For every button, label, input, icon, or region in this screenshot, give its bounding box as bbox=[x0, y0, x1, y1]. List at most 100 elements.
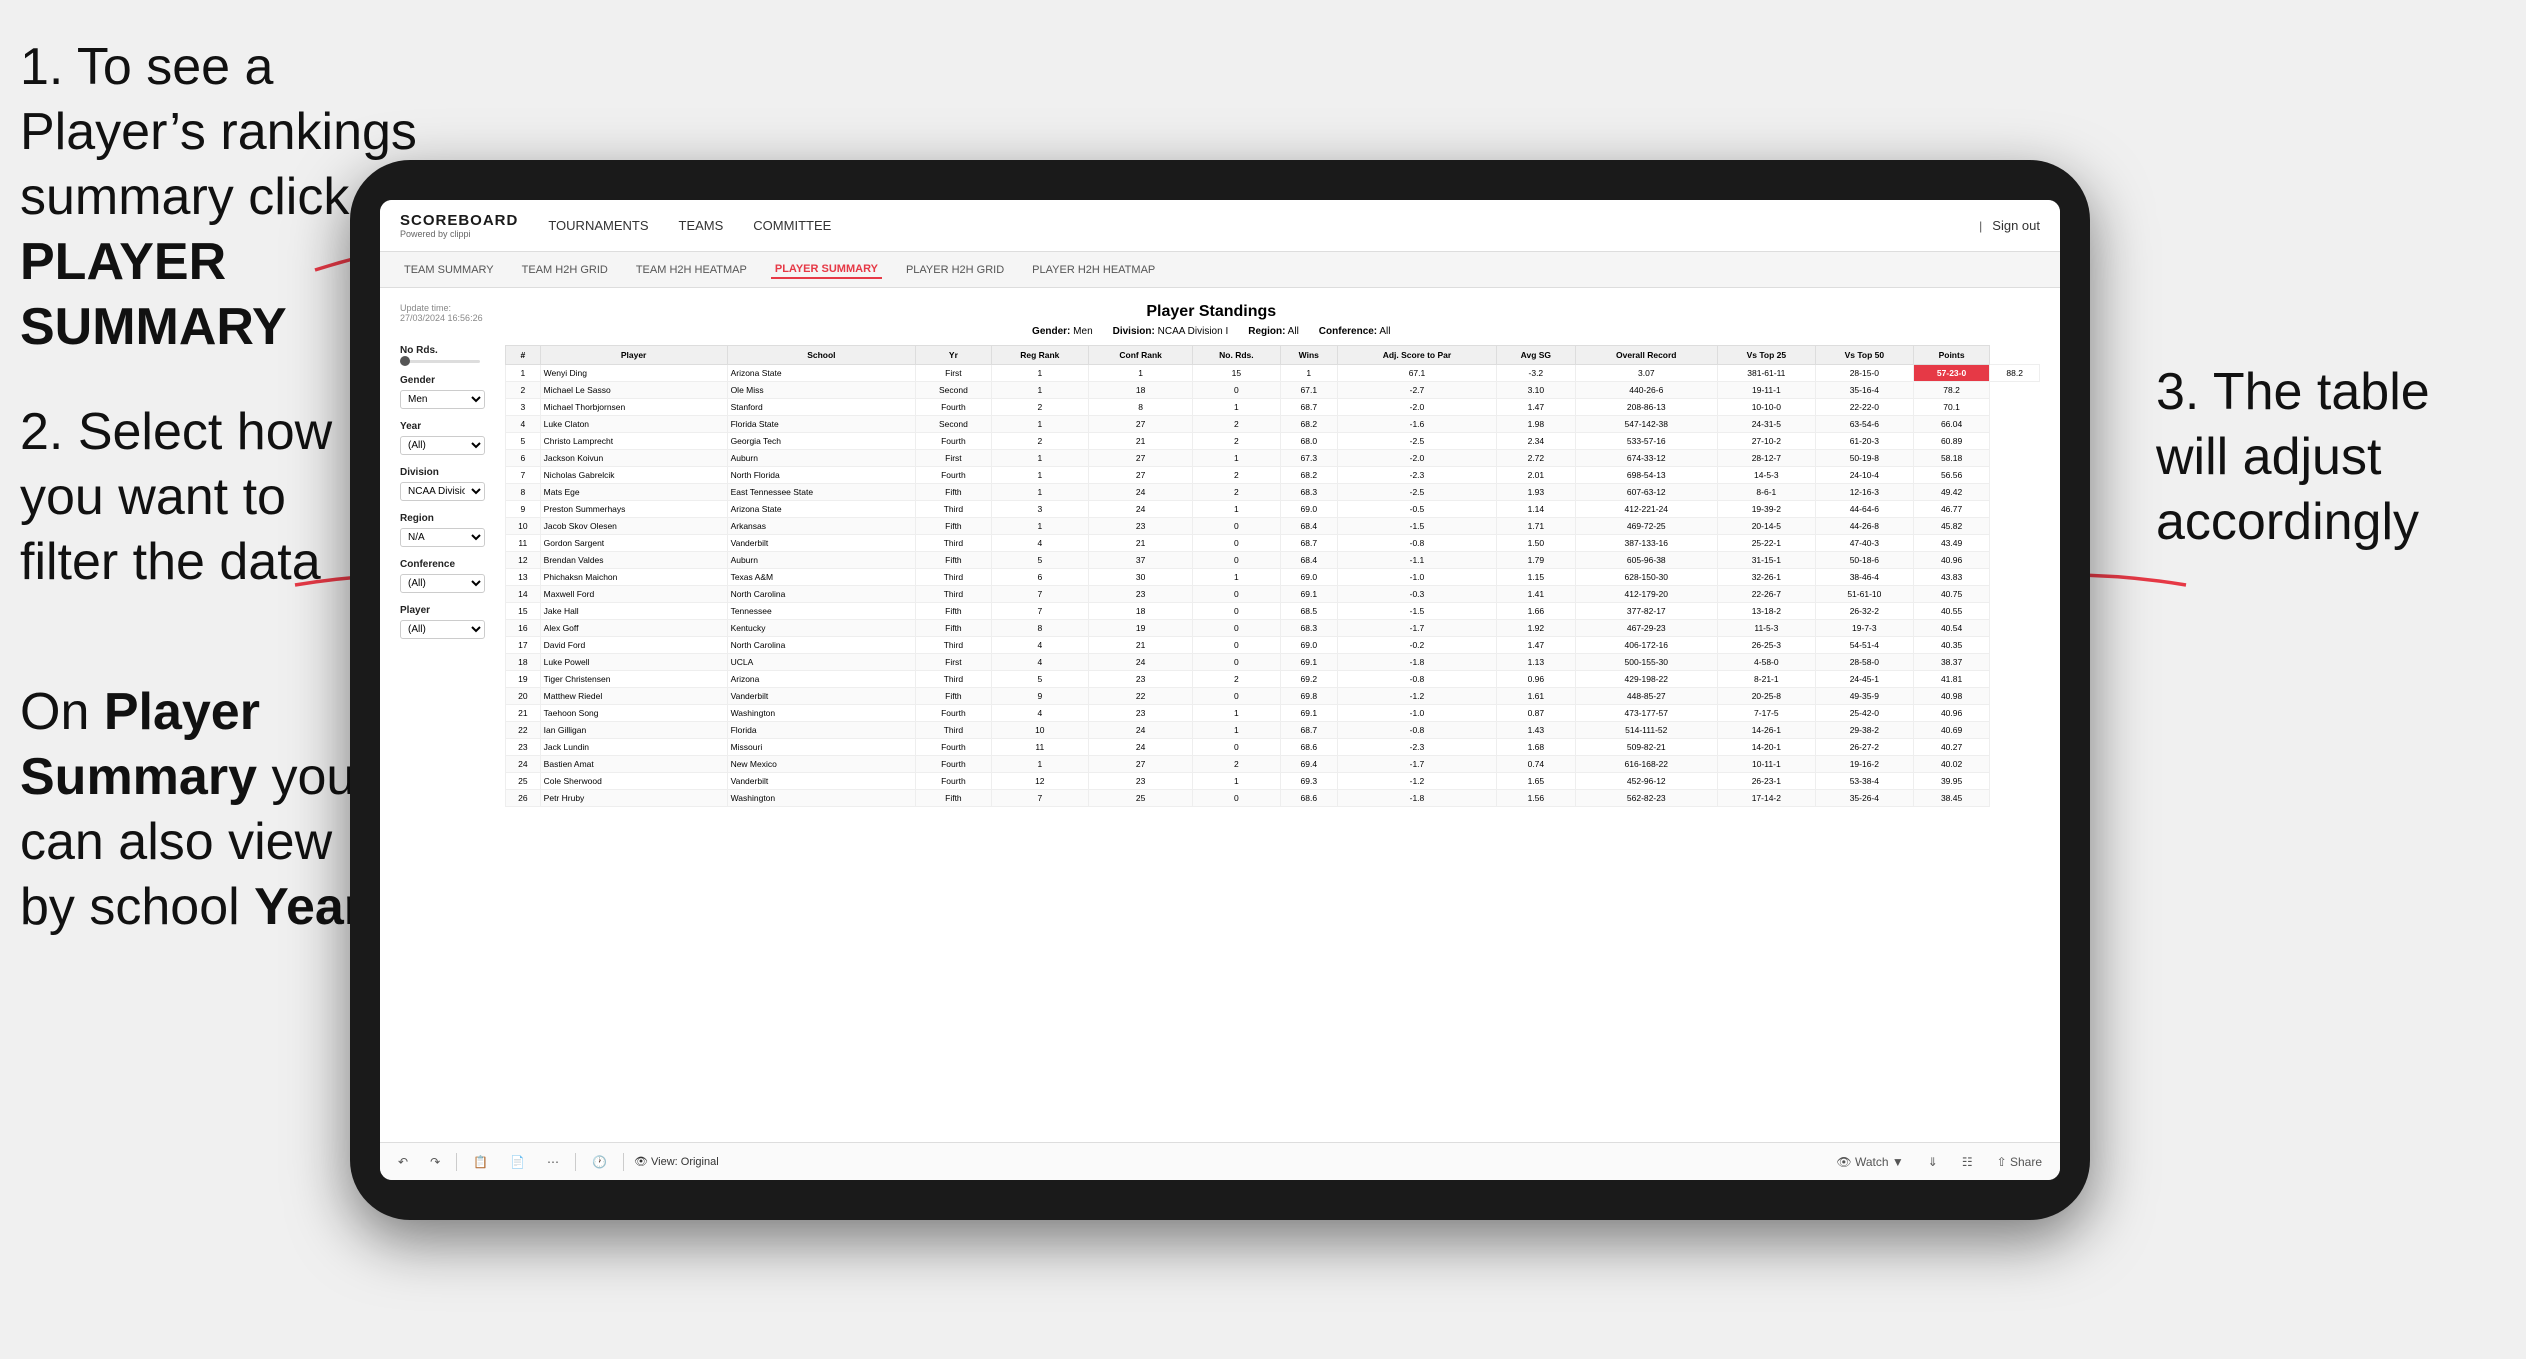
year-select[interactable]: (All) bbox=[400, 436, 485, 455]
table-row[interactable]: 5Christo LamprechtGeorgia TechFourth2212… bbox=[506, 433, 2040, 450]
subnav-team-h2h-grid[interactable]: TEAM H2H GRID bbox=[518, 262, 612, 278]
subnav-team-summary[interactable]: TEAM SUMMARY bbox=[400, 262, 498, 278]
table-cell: 69.1 bbox=[1280, 586, 1337, 603]
table-cell: 0 bbox=[1193, 790, 1280, 807]
share-btn[interactable]: ⇧ Share bbox=[1991, 1152, 2048, 1172]
table-row[interactable]: 11Gordon SargentVanderbiltThird421068.7-… bbox=[506, 535, 2040, 552]
table-row[interactable]: 3Michael ThorbjornsenStanfordFourth28168… bbox=[506, 399, 2040, 416]
table-cell: 24 bbox=[1088, 722, 1192, 739]
table-cell: 68.3 bbox=[1280, 620, 1337, 637]
table-row[interactable]: 17David FordNorth CarolinaThird421069.0-… bbox=[506, 637, 2040, 654]
table-row[interactable]: 2Michael Le SassoOle MissSecond118067.1-… bbox=[506, 382, 2040, 399]
table-row[interactable]: 21Taehoon SongWashingtonFourth423169.1-1… bbox=[506, 705, 2040, 722]
table-row[interactable]: 26Petr HrubyWashingtonFifth725068.6-1.81… bbox=[506, 790, 2040, 807]
table-row[interactable]: 13Phichaksn MaichonTexas A&MThird630169.… bbox=[506, 569, 2040, 586]
table-row[interactable]: 8Mats EgeEast Tennessee StateFifth124268… bbox=[506, 484, 2040, 501]
table-cell: 1 bbox=[1193, 450, 1280, 467]
table-cell: 66.04 bbox=[1913, 416, 1989, 433]
download-btn[interactable]: ⇓ bbox=[1922, 1152, 1944, 1172]
instruction-step3: 3. The table will adjust accordingly bbox=[2156, 360, 2496, 555]
table-cell: North Florida bbox=[727, 467, 916, 484]
division-select[interactable]: NCAA Division I bbox=[400, 482, 485, 501]
table-cell: 10 bbox=[506, 518, 541, 535]
table-cell: Second bbox=[916, 382, 991, 399]
table-cell: 4-58-0 bbox=[1717, 654, 1815, 671]
table-cell: -1.5 bbox=[1337, 603, 1496, 620]
clock-btn[interactable]: 🕐 bbox=[586, 1152, 613, 1172]
copy-btn[interactable]: 📋 bbox=[467, 1152, 494, 1172]
table-cell: 514-111-52 bbox=[1575, 722, 1717, 739]
table-row[interactable]: 6Jackson KoivunAuburnFirst127167.3-2.02.… bbox=[506, 450, 2040, 467]
table-cell: -1.6 bbox=[1337, 416, 1496, 433]
table-row[interactable]: 9Preston SummerhaysArizona StateThird324… bbox=[506, 501, 2040, 518]
table-cell: 53-38-4 bbox=[1815, 773, 1913, 790]
watch-btn[interactable]: 👁 Watch ▼ bbox=[1830, 1152, 1909, 1172]
table-cell: David Ford bbox=[540, 637, 727, 654]
table-cell: -1.7 bbox=[1337, 756, 1496, 773]
table-cell: 26 bbox=[506, 790, 541, 807]
sign-out-link[interactable]: Sign out bbox=[1992, 214, 2040, 237]
standings-table-area: # Player School Yr Reg Rank Conf Rank No… bbox=[505, 345, 2040, 807]
table-cell: 40.96 bbox=[1913, 552, 1989, 569]
table-row[interactable]: 14Maxwell FordNorth CarolinaThird723069.… bbox=[506, 586, 2040, 603]
table-cell: 1 bbox=[1193, 773, 1280, 790]
col-reg-rank: Reg Rank bbox=[991, 346, 1088, 365]
table-cell: 500-155-30 bbox=[1575, 654, 1717, 671]
table-row[interactable]: 4Luke ClatonFlorida StateSecond127268.2-… bbox=[506, 416, 2040, 433]
table-row[interactable]: 7Nicholas GabrelcikNorth FloridaFourth12… bbox=[506, 467, 2040, 484]
table-cell: -1.2 bbox=[1337, 688, 1496, 705]
table-cell: 1.43 bbox=[1496, 722, 1575, 739]
table-cell: 24-31-5 bbox=[1717, 416, 1815, 433]
table-row[interactable]: 19Tiger ChristensenArizonaThird523269.2-… bbox=[506, 671, 2040, 688]
undo-btn[interactable]: ↶ bbox=[392, 1152, 414, 1172]
redo-btn[interactable]: ↷ bbox=[424, 1152, 446, 1172]
table-cell: 0.96 bbox=[1496, 671, 1575, 688]
table-cell: 387-133-16 bbox=[1575, 535, 1717, 552]
table-row[interactable]: 10Jacob Skov OlesenArkansasFifth123068.4… bbox=[506, 518, 2040, 535]
subnav-team-h2h-heatmap[interactable]: TEAM H2H HEATMAP bbox=[632, 262, 751, 278]
conference-select[interactable]: (All) bbox=[400, 574, 485, 593]
table-cell: Christo Lamprecht bbox=[540, 433, 727, 450]
table-cell: 440-26-6 bbox=[1575, 382, 1717, 399]
table-row[interactable]: 20Matthew RiedelVanderbiltFifth922069.8-… bbox=[506, 688, 2040, 705]
table-row[interactable]: 24Bastien AmatNew MexicoFourth127269.4-1… bbox=[506, 756, 2040, 773]
table-cell: 1.47 bbox=[1496, 637, 1575, 654]
table-cell: 68.2 bbox=[1280, 467, 1337, 484]
table-row[interactable]: 18Luke PowellUCLAFirst424069.1-1.81.1350… bbox=[506, 654, 2040, 671]
table-row[interactable]: 23Jack LundinMissouriFourth1124068.6-2.3… bbox=[506, 739, 2040, 756]
instruction-bottom-bold2: Year bbox=[254, 878, 364, 936]
subnav-player-h2h-heatmap[interactable]: PLAYER H2H HEATMAP bbox=[1028, 262, 1159, 278]
table-cell: 61-20-3 bbox=[1815, 433, 1913, 450]
table-cell: 18 bbox=[1088, 382, 1192, 399]
main-content: Update time: 27/03/2024 16:56:26 Player … bbox=[380, 288, 2060, 1142]
table-cell: 38.45 bbox=[1913, 790, 1989, 807]
paste-btn[interactable]: 📄 bbox=[504, 1152, 531, 1172]
table-cell: 43.49 bbox=[1913, 535, 1989, 552]
table-cell: 8-21-1 bbox=[1717, 671, 1815, 688]
table-cell: 17 bbox=[506, 637, 541, 654]
table-row[interactable]: 16Alex GoffKentuckyFifth819068.3-1.71.92… bbox=[506, 620, 2040, 637]
grid-btn[interactable]: ☷ bbox=[1956, 1152, 1979, 1172]
nav-committee[interactable]: COMMITTEE bbox=[753, 214, 831, 237]
region-select[interactable]: N/A bbox=[400, 528, 485, 547]
subnav-player-h2h-grid[interactable]: PLAYER H2H GRID bbox=[902, 262, 1008, 278]
nav-teams[interactable]: TEAMS bbox=[679, 214, 724, 237]
nav-tournaments[interactable]: TOURNAMENTS bbox=[548, 214, 648, 237]
more-btn[interactable]: ⋯ bbox=[541, 1152, 565, 1172]
table-row[interactable]: 15Jake HallTennesseeFifth718068.5-1.51.6… bbox=[506, 603, 2040, 620]
table-cell: Luke Claton bbox=[540, 416, 727, 433]
slider-thumb[interactable] bbox=[400, 356, 410, 366]
table-row[interactable]: 22Ian GilliganFloridaThird1024168.7-0.81… bbox=[506, 722, 2040, 739]
subnav-player-summary[interactable]: PLAYER SUMMARY bbox=[771, 261, 882, 279]
table-cell: Vanderbilt bbox=[727, 535, 916, 552]
table-cell: Petr Hruby bbox=[540, 790, 727, 807]
player-select[interactable]: (All) bbox=[400, 620, 485, 639]
table-row[interactable]: 25Cole SherwoodVanderbiltFourth1223169.3… bbox=[506, 773, 2040, 790]
table-row[interactable]: 12Brendan ValdesAuburnFifth537068.4-1.11… bbox=[506, 552, 2040, 569]
filter-pills: Gender: Men Division: NCAA Division I Re… bbox=[483, 326, 1940, 337]
table-cell: 0 bbox=[1193, 654, 1280, 671]
gender-select[interactable]: Men bbox=[400, 390, 485, 409]
table-cell: 56.56 bbox=[1913, 467, 1989, 484]
rids-slider[interactable] bbox=[400, 360, 480, 363]
table-row[interactable]: 1Wenyi DingArizona StateFirst1115167.1-3… bbox=[506, 365, 2040, 382]
